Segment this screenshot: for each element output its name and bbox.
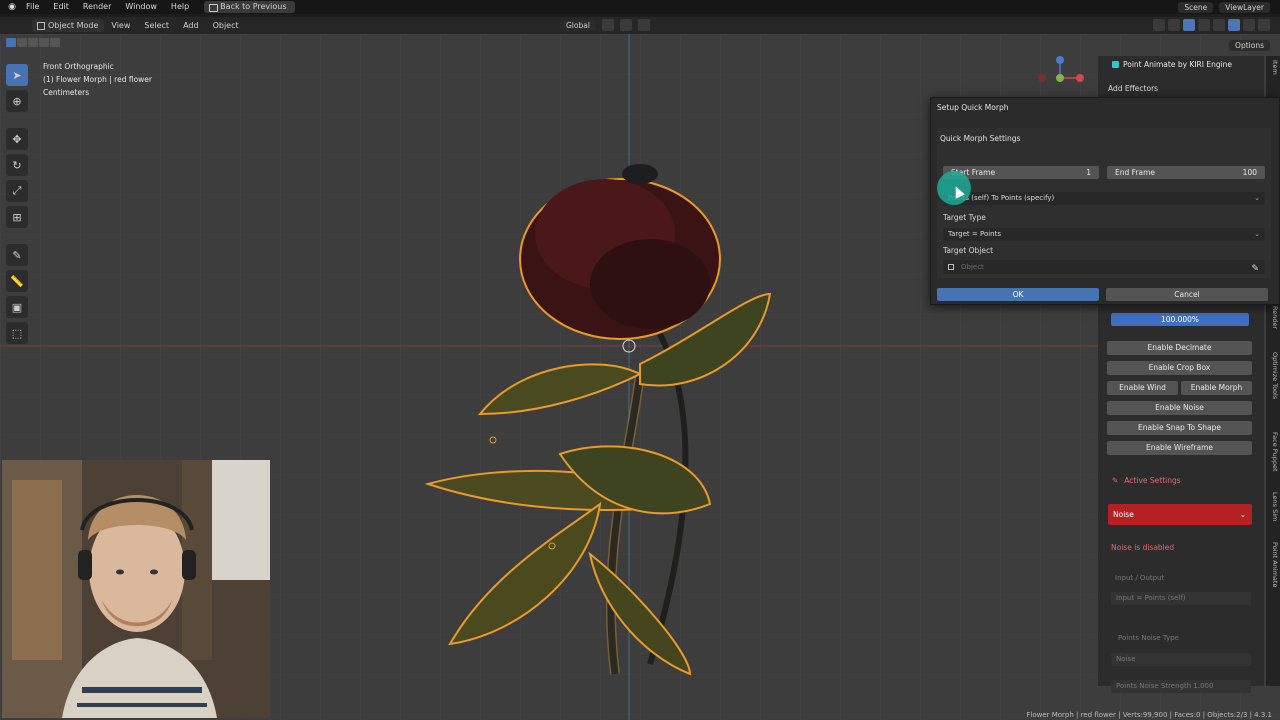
quick-morph-settings-panel: Quick Morph Settings Start Frame 1 End F… xyxy=(937,128,1271,278)
add-effectors-label: Add Effectors xyxy=(1108,84,1159,93)
tab-face-puppet[interactable]: Face Puppet xyxy=(1267,432,1279,472)
move-tool-icon[interactable]: ✥ xyxy=(6,128,28,150)
enable-noise-button[interactable]: Enable Noise xyxy=(1107,401,1252,415)
object-icon xyxy=(948,264,954,270)
status-bar-text: Flower Morph | red flower | Verts:99,900… xyxy=(1026,711,1272,719)
input-output-label: Input / Output xyxy=(1115,574,1165,582)
active-settings-header: ✎ Active Settings xyxy=(1112,476,1181,485)
kiri-engine-icon xyxy=(1112,61,1119,68)
tab-point-animate[interactable]: Point Animate xyxy=(1267,542,1279,587)
menu-view[interactable]: View xyxy=(104,17,137,34)
scene-selector[interactable]: Scene xyxy=(1178,1,1214,13)
material-shading-icon[interactable] xyxy=(1243,19,1255,31)
enable-morph-button[interactable]: Enable Morph xyxy=(1181,381,1252,395)
gizmo-toggle-icon[interactable] xyxy=(1168,19,1180,31)
viewport-header: Object Mode View Select Add Object Globa… xyxy=(0,17,1280,34)
noise-disabled-message: Noise is disabled xyxy=(1111,543,1175,552)
target-type-label: Target Type xyxy=(943,213,986,222)
navigation-gizmo[interactable] xyxy=(1030,54,1090,102)
enable-snap-to-shape-button[interactable]: Enable Snap To Shape xyxy=(1107,421,1252,435)
tab-render[interactable]: Render xyxy=(1267,306,1279,329)
menu-file[interactable]: File xyxy=(19,0,46,14)
enable-decimate-button[interactable]: Enable Decimate xyxy=(1107,341,1252,355)
transform-orientation-dropdown[interactable]: Global xyxy=(560,19,596,31)
menu-render[interactable]: Render xyxy=(76,0,118,14)
view-layer-selector[interactable]: ViewLayer xyxy=(1219,1,1270,13)
cursor-tool-icon[interactable]: ⊕ xyxy=(6,90,28,112)
proportional-edit-icon[interactable] xyxy=(637,19,650,31)
chevron-down-icon: ⌄ xyxy=(1254,194,1260,202)
snap-icon[interactable] xyxy=(619,19,632,31)
target-object-field[interactable]: Object ✎ xyxy=(943,260,1265,274)
add-cube-tool-icon[interactable]: ▣ xyxy=(6,296,28,318)
options-dropdown[interactable]: Options xyxy=(1229,40,1270,51)
overlay-toggle-icon[interactable] xyxy=(1183,19,1195,31)
end-frame-field[interactable]: End Frame 100 xyxy=(1107,166,1265,179)
selection-mode-buttons[interactable] xyxy=(6,38,60,47)
noise-type-label: Points Noise Type xyxy=(1118,634,1179,642)
visibility-icon[interactable] xyxy=(1153,19,1165,31)
dialog-title: Setup Quick Morph xyxy=(937,103,1009,112)
menu-add[interactable]: Add xyxy=(176,17,206,34)
menu-object[interactable]: Object xyxy=(206,17,246,34)
transform-tool-icon[interactable]: ⊞ xyxy=(6,206,28,228)
menu-edit[interactable]: Edit xyxy=(46,0,76,14)
tab-optimize-tools[interactable]: Optimize Tools xyxy=(1267,352,1279,399)
object-mode-dropdown[interactable]: Object Mode xyxy=(32,19,105,32)
menu-help[interactable]: Help xyxy=(164,0,196,14)
scale-tool-icon[interactable]: ⤢ xyxy=(6,180,28,202)
select-tool-icon[interactable]: ➤ xyxy=(6,64,28,86)
target-type-dropdown[interactable]: Target = Points ⌄ xyxy=(943,228,1265,241)
solid-shading-icon[interactable] xyxy=(1228,19,1240,31)
brush-icon: ✎ xyxy=(1112,476,1119,485)
morph-mode-dropdown[interactable]: Points (self) To Points (specify) ⌄ xyxy=(943,192,1265,205)
enable-wireframe-button[interactable]: Enable Wireframe xyxy=(1107,441,1252,455)
section-title: Quick Morph Settings xyxy=(940,134,1021,143)
cancel-button[interactable]: Cancel xyxy=(1106,288,1268,301)
active-effect-dropdown[interactable]: Noise ⌄ xyxy=(1108,504,1252,525)
rendered-shading-icon[interactable] xyxy=(1258,19,1270,31)
top-menu-bar: ◉ File Edit Render Window Help Back to P… xyxy=(0,0,1280,14)
addon-panel-header[interactable]: Point Animate by KIRI Engine xyxy=(1112,60,1232,69)
noise-strength-field[interactable]: Points Noise Strength 1.000 xyxy=(1111,680,1251,693)
xray-icon[interactable] xyxy=(1198,19,1210,31)
units-label: Centimeters xyxy=(43,88,90,97)
tab-lens-sim[interactable]: Lens Sim xyxy=(1267,492,1279,521)
chevron-down-icon: ⌄ xyxy=(1254,230,1260,238)
eyedropper-icon[interactable]: ✎ xyxy=(1251,262,1259,276)
webcam-overlay xyxy=(2,460,270,718)
target-object-label: Target Object xyxy=(943,246,994,255)
enable-wind-button[interactable]: Enable Wind xyxy=(1107,381,1178,395)
tab-item[interactable]: Item xyxy=(1267,60,1279,75)
setup-quick-morph-dialog: Setup Quick Morph Quick Morph Settings S… xyxy=(930,97,1280,305)
menu-select[interactable]: Select xyxy=(137,17,176,34)
menu-window[interactable]: Window xyxy=(118,0,164,14)
object-info-label: (1) Flower Morph | red flower xyxy=(43,75,152,84)
annotate-tool-icon[interactable]: ✎ xyxy=(6,244,28,266)
view-name-label: Front Orthographic xyxy=(43,62,114,71)
webcam-person-image xyxy=(2,460,270,718)
blender-logo-icon[interactable]: ◉ xyxy=(5,0,19,14)
ok-button[interactable]: OK xyxy=(937,288,1099,301)
wireframe-shading-icon[interactable] xyxy=(1213,19,1225,31)
tool-shelf: ➤ ⊕ ✥ ↻ ⤢ ⊞ ✎ 📏 ▣ ⬚ xyxy=(6,64,30,344)
viewport-info-overlay: Front Orthographic (1) Flower Morph | re… xyxy=(43,60,152,99)
noise-type-dropdown[interactable]: Noise xyxy=(1111,653,1251,666)
rotate-tool-icon[interactable]: ↻ xyxy=(6,154,28,176)
chevron-down-icon: ⌄ xyxy=(1239,510,1246,519)
enable-crop-box-button[interactable]: Enable Crop Box xyxy=(1107,361,1252,375)
input-output-dropdown[interactable]: Input = Points (self) xyxy=(1111,592,1251,605)
progress-bar[interactable]: 100.000% xyxy=(1111,313,1249,326)
edit-tool-icon[interactable]: ⬚ xyxy=(6,322,28,344)
pivot-icon[interactable] xyxy=(601,19,614,31)
back-to-previous-button[interactable]: Back to Previous xyxy=(204,1,295,13)
measure-tool-icon[interactable]: 📏 xyxy=(6,270,28,292)
